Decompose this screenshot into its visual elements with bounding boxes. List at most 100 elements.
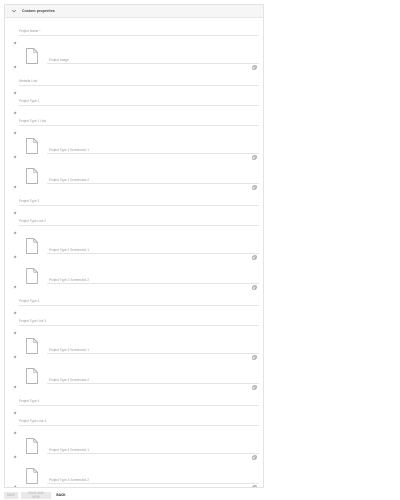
copy-icon[interactable] — [252, 147, 257, 160]
field-input[interactable] — [47, 383, 259, 384]
image-field: Project Type 2 Screenshot 2 — [5, 264, 263, 294]
copy-icon[interactable] — [252, 57, 257, 70]
field-input[interactable] — [19, 305, 259, 306]
field-label: Project Type 2 Screenshot 2 — [49, 278, 89, 282]
pin-icon[interactable] — [13, 422, 17, 435]
field-label: Project Type 4 — [19, 399, 40, 403]
form-footer: SAVE SAVE AND NEW BACK — [0, 490, 400, 500]
text-field: Project Type 4 — [5, 394, 263, 415]
pin-icon[interactable] — [13, 276, 17, 289]
field-input[interactable] — [19, 205, 259, 206]
panel-header[interactable]: Custom properties — [5, 4, 263, 18]
field-input[interactable] — [47, 63, 259, 64]
pin-icon[interactable] — [13, 346, 17, 359]
pin-icon[interactable] — [13, 322, 17, 335]
pin-icon[interactable] — [13, 402, 17, 415]
pin-icon[interactable] — [13, 376, 17, 389]
text-field: Project Type 2 — [5, 194, 263, 215]
field-input[interactable] — [19, 225, 259, 226]
text-field: Project Type 3 — [5, 294, 263, 315]
field-input[interactable] — [19, 35, 259, 36]
chevron-down-icon[interactable] — [11, 8, 17, 14]
pin-icon[interactable] — [13, 56, 17, 69]
field-label: Project Type 2 — [19, 199, 40, 203]
field-label: Project Type 3 Screenshot 2 — [49, 378, 89, 382]
save-and-new-button[interactable]: SAVE AND NEW — [21, 491, 51, 499]
pin-icon[interactable] — [13, 246, 17, 259]
text-field: Project Type 1 Link — [5, 114, 263, 135]
image-field: Project Type 3 Screenshot 1 — [5, 334, 263, 364]
pin-icon[interactable] — [13, 302, 17, 315]
pin-icon[interactable] — [13, 222, 17, 235]
image-field: Project Type 3 Screenshot 2 — [5, 364, 263, 394]
field-input[interactable] — [19, 425, 259, 426]
copy-icon[interactable] — [252, 177, 257, 190]
field-input[interactable] — [47, 153, 259, 154]
image-field: Project Type 1 Screenshot 2 — [5, 164, 263, 194]
field-label: Project Type Link 3 — [19, 319, 47, 323]
pin-icon[interactable] — [13, 476, 17, 487]
field-input[interactable] — [19, 125, 259, 126]
pin-icon[interactable] — [13, 446, 17, 459]
field-input[interactable] — [47, 283, 259, 284]
image-field: Project Type 4 Screenshot 2 — [5, 464, 263, 487]
field-label: Project Name * — [19, 29, 41, 33]
copy-icon[interactable] — [252, 447, 257, 460]
text-field: Project Type Link 4 — [5, 414, 263, 435]
field-label: Project Type 4 Screenshot 1 — [49, 448, 89, 452]
pin-icon[interactable] — [13, 122, 17, 135]
image-field: Project Type 4 Screenshot 1 — [5, 434, 263, 464]
field-input[interactable] — [47, 183, 259, 184]
copy-icon[interactable] — [252, 277, 257, 290]
pin-icon[interactable] — [13, 202, 17, 215]
text-field: Project Type Link 2 — [5, 214, 263, 235]
pin-icon[interactable] — [13, 32, 17, 45]
field-label: Project Type 1 Screenshot 2 — [49, 178, 89, 182]
field-label: Project Type 3 — [19, 299, 40, 303]
document-icon[interactable] — [26, 238, 38, 254]
panel-title: Custom properties — [22, 9, 55, 13]
field-input[interactable] — [47, 453, 259, 454]
document-icon[interactable] — [26, 338, 38, 354]
document-icon[interactable] — [26, 468, 38, 484]
copy-icon[interactable] — [252, 477, 257, 487]
field-label: Project Type 1 Screenshot 1 — [49, 148, 89, 152]
field-label: Project Type 1 — [19, 99, 40, 103]
document-icon[interactable] — [26, 138, 38, 154]
copy-icon[interactable] — [252, 347, 257, 360]
pin-icon[interactable] — [13, 146, 17, 159]
field-label: Project Type 3 Screenshot 1 — [49, 348, 89, 352]
pin-icon[interactable] — [13, 176, 17, 189]
document-icon[interactable] — [26, 368, 38, 384]
field-input[interactable] — [19, 325, 259, 326]
field-label: Project Type 1 Link — [19, 119, 47, 123]
field-input[interactable] — [19, 105, 259, 106]
copy-icon[interactable] — [252, 247, 257, 260]
field-input[interactable] — [47, 483, 259, 484]
image-field: Project Image — [5, 44, 263, 74]
field-input[interactable] — [19, 85, 259, 86]
pin-icon[interactable] — [13, 102, 17, 115]
text-field: Website Link — [5, 74, 263, 95]
document-icon[interactable] — [26, 168, 38, 184]
document-icon[interactable] — [26, 268, 38, 284]
image-field: Project Type 2 Screenshot 1 — [5, 234, 263, 264]
back-button[interactable]: BACK — [54, 492, 68, 499]
text-field: Project Type Link 3 — [5, 314, 263, 335]
field-label: Project Type Link 2 — [19, 219, 47, 223]
copy-icon[interactable] — [252, 377, 257, 390]
image-field: Project Type 1 Screenshot 1 — [5, 134, 263, 164]
field-label: Project Image — [49, 58, 69, 62]
field-input[interactable] — [19, 405, 259, 406]
field-input[interactable] — [47, 253, 259, 254]
document-icon[interactable] — [26, 48, 38, 64]
document-icon[interactable] — [26, 438, 38, 454]
field-input[interactable] — [47, 353, 259, 354]
field-label: Project Type 2 Screenshot 1 — [49, 248, 89, 252]
text-field: Project Type 1 — [5, 94, 263, 115]
field-label: Website Link — [19, 79, 38, 83]
save-button[interactable]: SAVE — [4, 491, 18, 499]
text-field: Project Name * — [5, 24, 263, 45]
field-label: Project Type 4 Screenshot 2 — [49, 478, 89, 482]
pin-icon[interactable] — [13, 82, 17, 95]
